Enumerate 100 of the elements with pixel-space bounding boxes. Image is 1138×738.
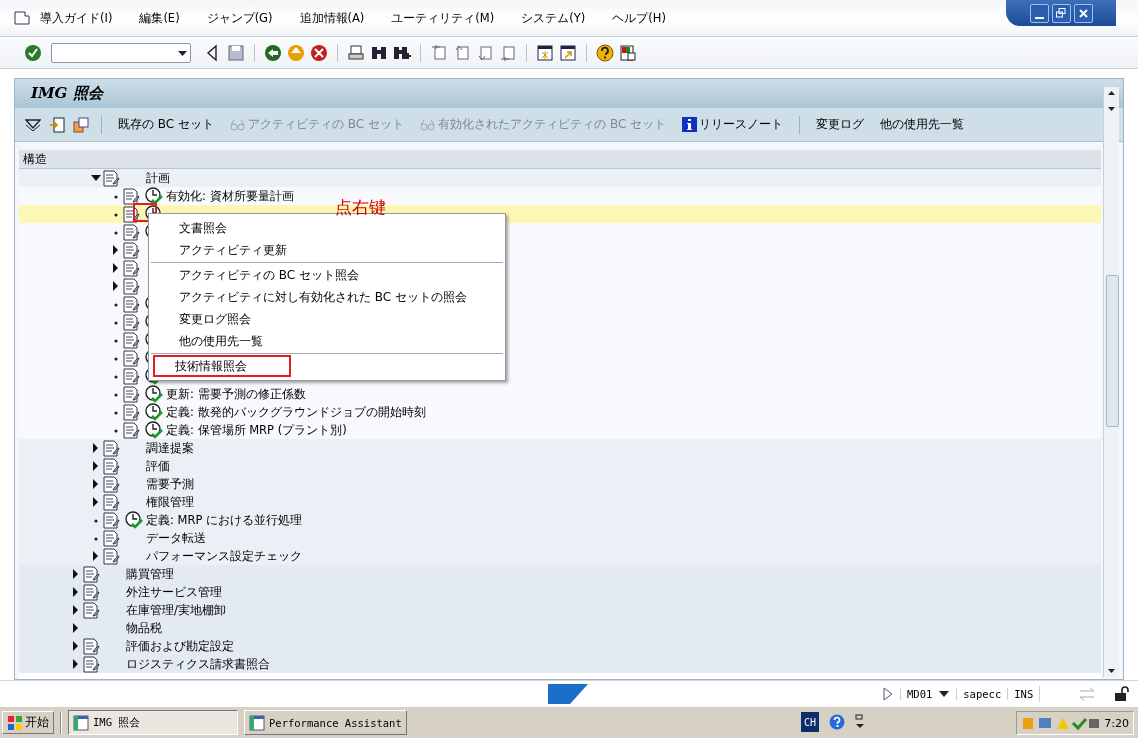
clock-time: 7:20	[1104, 716, 1129, 730]
tree-node-label: 評価および勘定設定	[126, 638, 234, 654]
tree-row[interactable]: 更新: 需要予測の修正係数	[19, 385, 1101, 403]
context-menu-item[interactable]: 変更ログ照会	[153, 308, 501, 330]
menu-item[interactable]: システム(Y)	[521, 10, 586, 26]
tree-node-label: 権限管理	[146, 494, 194, 510]
scrollbar[interactable]	[1103, 87, 1119, 677]
expand-all-icon[interactable]	[25, 117, 41, 132]
enter-icon[interactable]	[24, 43, 42, 62]
tree-node-label: 需要予測	[146, 476, 194, 492]
window-icon	[249, 714, 265, 731]
column-header: 構造	[19, 150, 1101, 169]
tree-row[interactable]: 計画	[19, 169, 1101, 187]
menu-item[interactable]: ヘルプ(H)	[612, 10, 666, 26]
tree-row[interactable]: 需要予測	[19, 475, 1101, 493]
menu-item[interactable]: ユーティリティ(M)	[391, 10, 495, 26]
dropdown-icon[interactable]	[938, 690, 951, 698]
info-icon	[682, 117, 698, 132]
glasses-icon	[230, 118, 247, 131]
help-icon[interactable]	[596, 43, 614, 62]
toolbar-button[interactable]: 他の使用先一覧	[876, 116, 969, 133]
document-list-icon[interactable]	[49, 116, 65, 133]
tree-row[interactable]: 評価	[19, 457, 1101, 475]
copy-node-icon[interactable]	[73, 116, 89, 133]
toolbar-button[interactable]: リリースノート	[678, 116, 788, 133]
tree-row[interactable]: 外注サービス管理	[19, 583, 1101, 601]
tree-node-label: 計画	[146, 170, 170, 186]
tree-row[interactable]: 物品税	[19, 619, 1101, 637]
tree-row[interactable]: パフォーマンス設定チェック	[19, 547, 1101, 565]
tree-row[interactable]: 定義: MRP における並行処理	[19, 511, 1101, 529]
tree-row[interactable]: 購買管理	[19, 565, 1101, 583]
tree-node-label: 定義: 散発的バックグラウンドジョブの開始時刻	[166, 404, 426, 420]
save-icon[interactable]	[227, 43, 245, 62]
tree-node-label: 物品税	[126, 620, 162, 636]
sap-logo	[548, 684, 588, 704]
menu-item[interactable]: 編集(E)	[139, 10, 180, 26]
tree-row[interactable]: 評価および勘定設定	[19, 637, 1101, 655]
context-menu-item[interactable]: アクティビティの BC セット照会	[153, 264, 501, 286]
tree-node-label: 定義: 保管場所 MRP (プラント別)	[166, 422, 347, 438]
tree-row[interactable]: 調達提案	[19, 439, 1101, 457]
first-page-icon[interactable]	[430, 43, 448, 62]
system-field: MD01	[900, 688, 939, 700]
tree-node-label: 有効化: 資材所要量計画	[166, 188, 294, 204]
tree-row[interactable]: 権限管理	[19, 493, 1101, 511]
menu-item[interactable]: ジャンプ(G)	[206, 10, 273, 26]
tree-node-label: パフォーマンス設定チェック	[146, 548, 302, 564]
menu-item[interactable]: 導入ガイド(I)	[40, 10, 113, 26]
shortcut-icon[interactable]	[559, 43, 577, 62]
tree-node-label: ロジスティクス請求書照合	[126, 656, 270, 672]
tree-node-label: 外注サービス管理	[126, 584, 222, 600]
command-field[interactable]	[51, 42, 191, 63]
new-session-icon[interactable]	[536, 43, 554, 62]
toolbar-button[interactable]: 既存の BC セット	[114, 116, 219, 133]
windows-flag-icon	[7, 714, 23, 731]
tree-node-label: 定義: MRP における並行処理	[146, 512, 303, 528]
taskbar-button[interactable]: Performance Assistant	[244, 710, 407, 735]
start-button[interactable]: 开始	[2, 711, 54, 734]
host-field: sapecc	[956, 688, 1008, 700]
status-toggle-icon[interactable]	[882, 687, 894, 701]
context-menu-item[interactable]: アクティビティ更新	[153, 239, 501, 261]
tree-node-label: 更新: 需要予測の修正係数	[166, 386, 306, 402]
minimize-button[interactable]	[1029, 3, 1049, 23]
minimize-icon	[1034, 16, 1044, 19]
window-icon	[73, 714, 89, 731]
glasses-icon	[420, 118, 437, 131]
screen-title: IMG 照会	[15, 79, 1123, 108]
lock-icon[interactable]	[1114, 686, 1131, 702]
transfer-icon	[1078, 687, 1097, 701]
context-menu-item[interactable]: 文書照会	[153, 217, 501, 239]
layout-icon[interactable]	[619, 43, 637, 62]
tree-node-label: 調達提案	[146, 440, 194, 456]
scroll-thumb[interactable]	[1106, 275, 1119, 427]
context-menu-item[interactable]: 他の使用先一覧	[153, 330, 501, 352]
close-button[interactable]	[1073, 3, 1093, 23]
restore-icon	[1056, 8, 1066, 18]
cancel-icon[interactable]	[310, 43, 328, 62]
toolbar-button[interactable]: 変更ログ	[812, 116, 869, 133]
tree-node-label: 購買管理	[126, 566, 174, 582]
previous-page-icon[interactable]	[453, 43, 471, 62]
context-menu-item[interactable]: 技術情報照会	[153, 355, 291, 377]
menu-item[interactable]: 追加情報(A)	[299, 10, 365, 26]
tree-row[interactable]: 在庫管理/実地棚卸	[19, 601, 1101, 619]
print-icon[interactable]	[347, 43, 365, 62]
next-page-icon[interactable]	[476, 43, 494, 62]
tree-row[interactable]: 定義: 保管場所 MRP (プラント別)	[19, 421, 1101, 439]
restore-button[interactable]	[1051, 3, 1071, 23]
language-indicator[interactable]: CH	[801, 712, 819, 732]
last-page-icon[interactable]	[499, 43, 517, 62]
close-icon	[1078, 8, 1088, 18]
context-menu-item[interactable]: アクティビティに対し有効化された BC セットの照会	[153, 286, 501, 308]
back-icon[interactable]	[264, 43, 282, 62]
mode-field: INS	[1007, 688, 1040, 700]
tree-node-label: 在庫管理/実地棚卸	[126, 602, 226, 618]
system-menu-icon[interactable]	[14, 11, 30, 25]
tree-node-label: データ転送	[146, 530, 206, 546]
tree-row[interactable]: データ転送	[19, 529, 1101, 547]
tree-row[interactable]: 定義: 散発的バックグラウンドジョブの開始時刻	[19, 403, 1101, 421]
taskbar-button[interactable]: IMG 照会	[68, 710, 238, 735]
restore-icon[interactable]	[855, 714, 865, 730]
tree-row[interactable]: ロジスティクス請求書照合	[19, 655, 1101, 673]
